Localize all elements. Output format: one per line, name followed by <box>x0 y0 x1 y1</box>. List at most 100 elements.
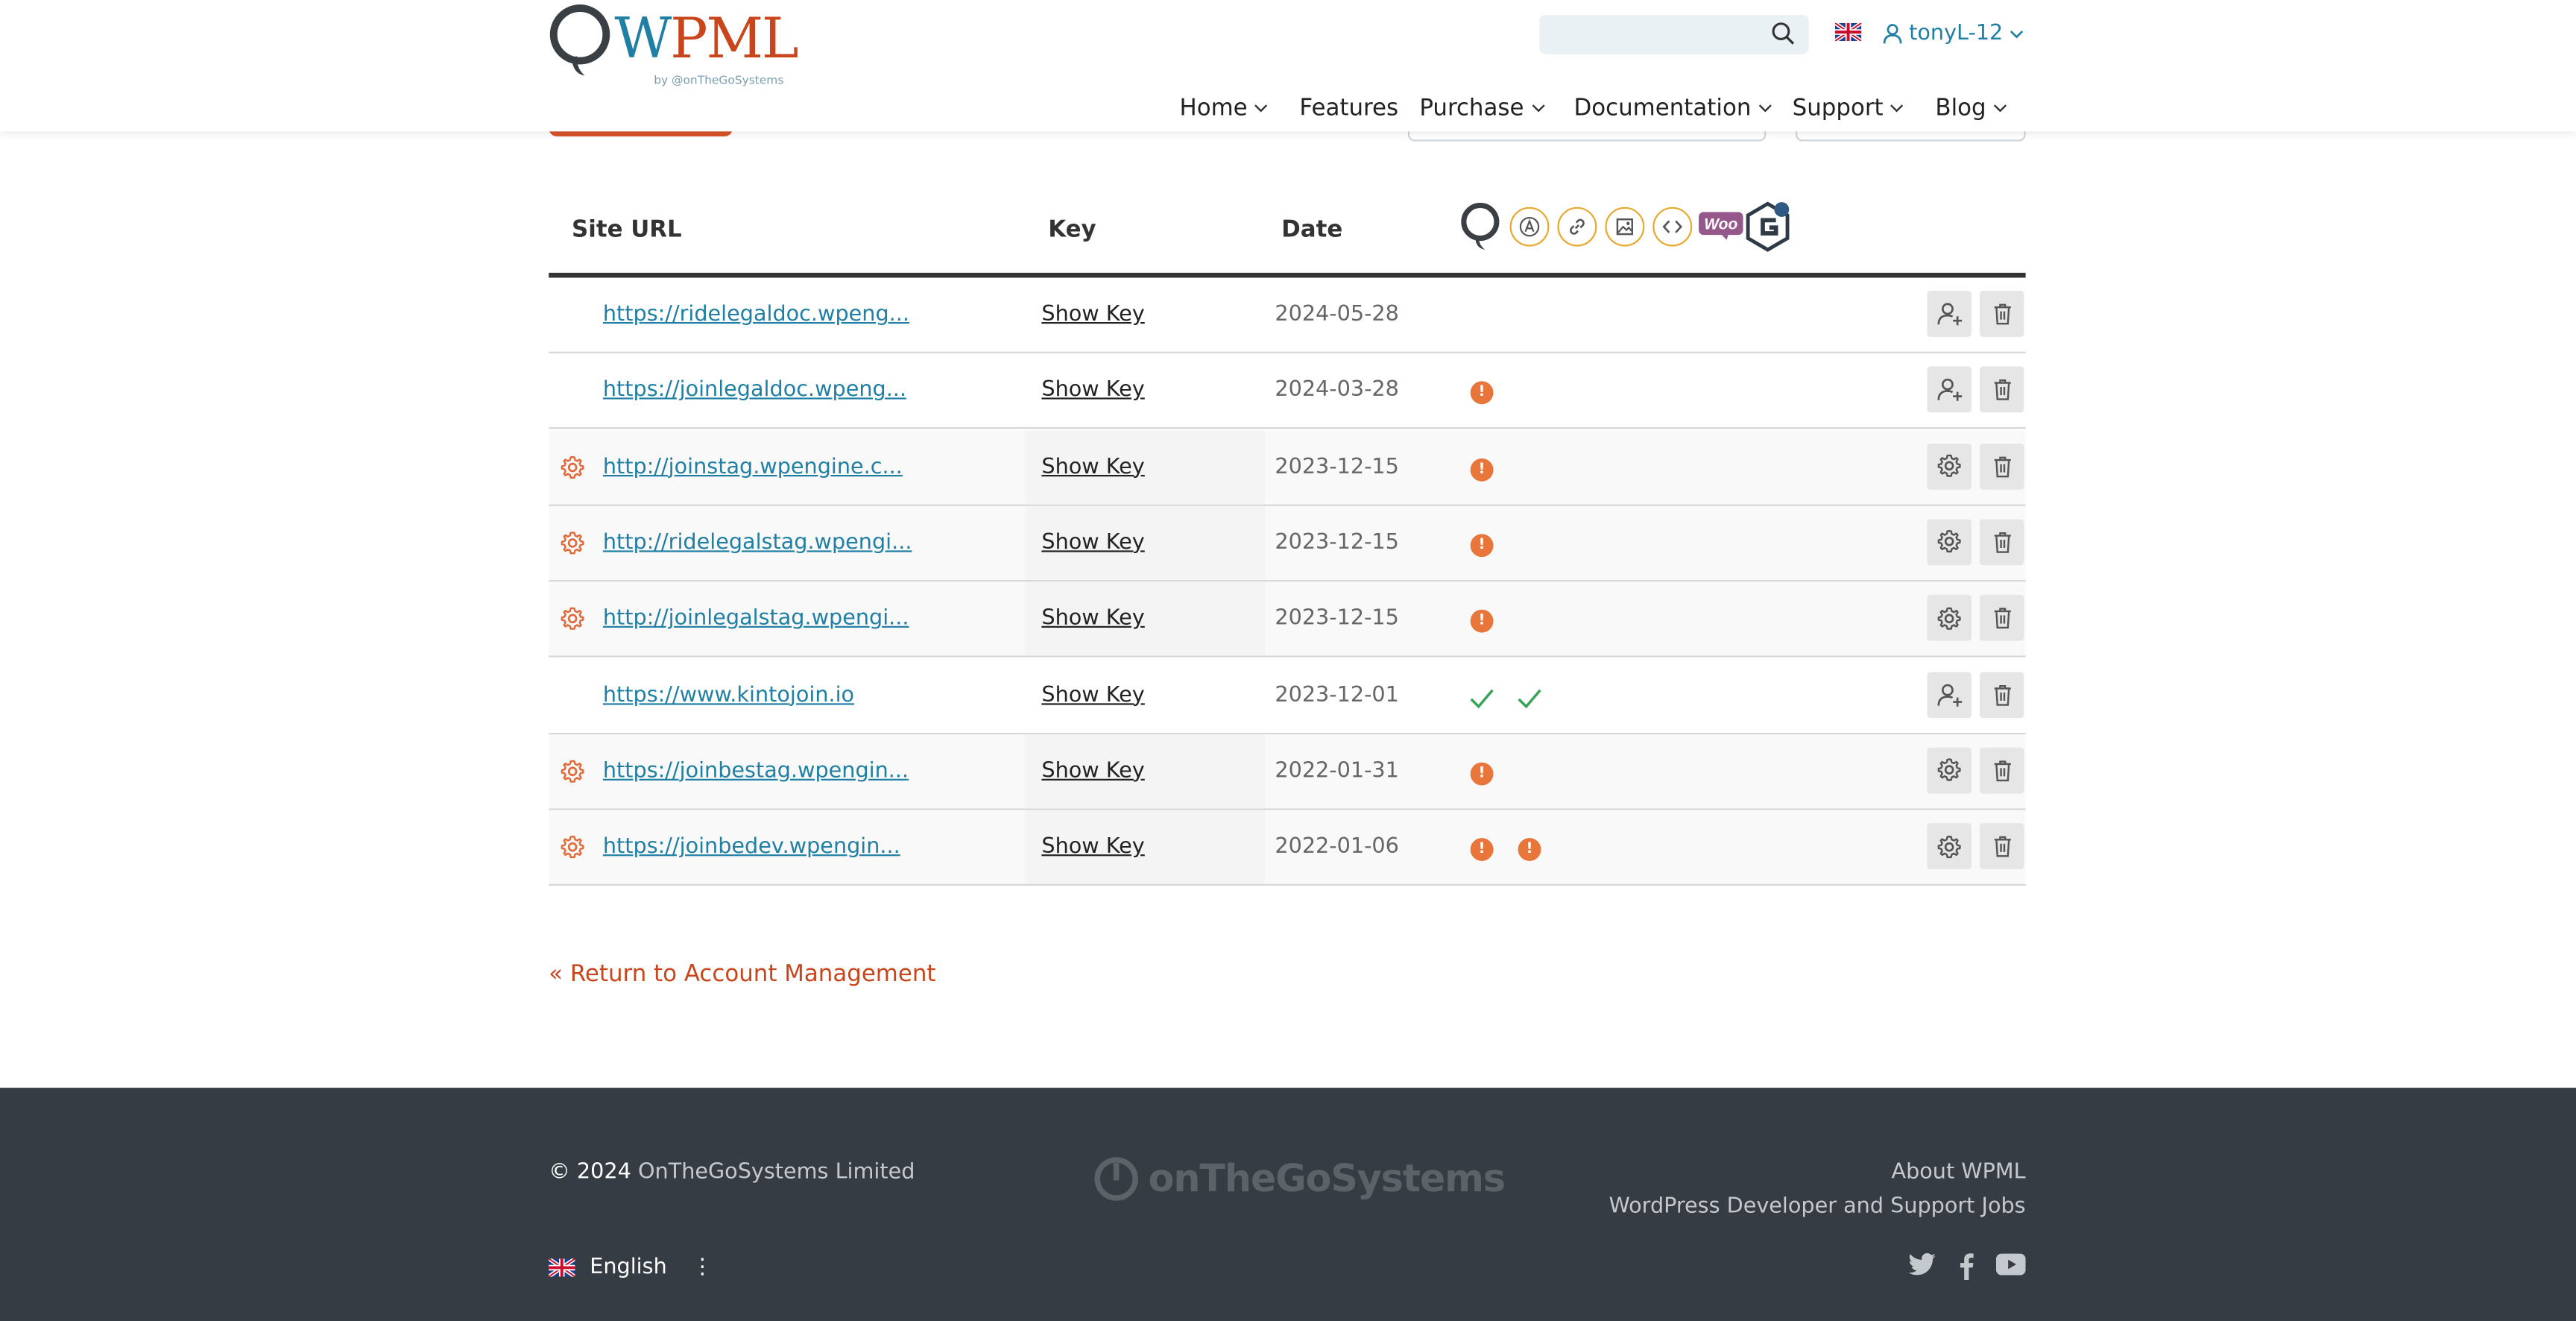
column-header-key: Key <box>1048 216 1096 244</box>
user-menu[interactable]: tonyL-12 <box>1883 22 2024 46</box>
settings-gear-icon[interactable] <box>561 607 585 638</box>
trash-icon <box>1992 379 2011 402</box>
nav-label: Features <box>1299 95 1399 122</box>
nav-home[interactable]: Home <box>1180 92 1269 124</box>
site-settings-button[interactable] <box>1927 823 1972 870</box>
delete-site-button[interactable] <box>1979 443 2024 489</box>
wpml-logo[interactable]: WPML by @onTheGoSystems <box>549 3 799 92</box>
site-settings-button[interactable] <box>1927 519 1972 565</box>
site-settings-button[interactable] <box>1927 595 1972 642</box>
site-url-link[interactable]: http://ridelegalstag.wpengi... <box>603 531 912 555</box>
company-link[interactable]: OnTheGoSystems Limited <box>638 1160 915 1185</box>
search-icon[interactable] <box>1771 22 1796 46</box>
table-row: https://joinbestag.wpengin... Show Key 202… <box>549 734 2026 810</box>
site-url-link[interactable]: https://www.kintojoin.io <box>603 683 854 707</box>
delete-site-button[interactable] <box>1979 291 2024 337</box>
show-key-link[interactable]: Show Key <box>1041 607 1144 631</box>
site-date: 2023-12-01 <box>1275 682 1399 707</box>
site-date: 2023-12-15 <box>1275 530 1399 555</box>
uk-flag-icon[interactable] <box>1834 22 1862 42</box>
copyright: © 2024 OnTheGoSystems Limited <box>549 1160 915 1185</box>
delete-site-button[interactable] <box>1979 823 2024 870</box>
warning-icon[interactable]: ! <box>1470 762 1494 786</box>
youtube-icon[interactable] <box>1995 1252 2026 1277</box>
site-url-link[interactable]: http://joinlegalstag.wpengi... <box>603 607 909 631</box>
warning-icon[interactable]: ! <box>1470 534 1494 557</box>
delete-site-button[interactable] <box>1979 367 2024 413</box>
site-url-link[interactable]: https://joinlegaldoc.wpeng... <box>603 379 906 403</box>
site-date: 2024-05-28 <box>1275 302 1399 327</box>
nav-documentation[interactable]: Documentation <box>1574 92 1773 124</box>
more-options-icon[interactable]: ⋮ <box>692 1255 713 1280</box>
jobs-link[interactable]: WordPress Developer and Support Jobs <box>1609 1194 2025 1219</box>
woocommerce-label: Woo <box>1704 215 1737 233</box>
site-url-link[interactable]: http://joinstag.wpengine.c... <box>603 455 903 479</box>
add-user-icon <box>1936 300 1963 327</box>
settings-gear-icon[interactable] <box>561 759 585 790</box>
warning-icon[interactable]: ! <box>1518 838 1541 862</box>
nav-label: Home <box>1179 95 1248 122</box>
logo-wordmark: WPML <box>614 6 798 72</box>
delete-site-button[interactable] <box>1979 595 2024 642</box>
facebook-icon[interactable] <box>1958 1252 1974 1280</box>
delete-site-button[interactable] <box>1979 671 2024 718</box>
site-date: 2022-01-06 <box>1275 834 1399 860</box>
show-key-link[interactable]: Show Key <box>1041 759 1144 784</box>
onthegosystems-logo[interactable]: onTheGoSystems <box>1094 1157 1506 1202</box>
delete-site-button[interactable] <box>1979 747 2024 794</box>
twitter-icon[interactable] <box>1907 1252 1937 1279</box>
trash-icon <box>1992 835 2011 858</box>
nav-support[interactable]: Support <box>1793 92 1905 124</box>
assign-user-button[interactable] <box>1927 367 1972 413</box>
delete-site-button[interactable] <box>1979 519 2024 565</box>
gear-icon <box>1937 454 1962 479</box>
assign-user-button[interactable] <box>1927 671 1972 718</box>
site-url-link[interactable]: https://ridelegaldoc.wpeng... <box>603 303 909 327</box>
table-row: https://ridelegaldoc.wpeng... Show Key 202… <box>549 277 2026 353</box>
warning-icon[interactable]: ! <box>1470 610 1494 633</box>
show-key-link[interactable]: Show Key <box>1041 455 1144 479</box>
site-settings-button[interactable] <box>1927 747 1972 794</box>
nav-label: Support <box>1792 95 1884 122</box>
warning-icon[interactable]: ! <box>1470 838 1494 862</box>
check-icon <box>1468 684 1494 716</box>
nav-purchase[interactable]: Purchase <box>1419 92 1545 124</box>
gear-icon <box>1937 834 1962 859</box>
wpml-logo-icon <box>1461 202 1500 250</box>
show-key-link[interactable]: Show Key <box>1041 835 1144 860</box>
site-date: 2023-12-15 <box>1275 454 1399 479</box>
table-row: http://joinlegalstag.wpengi... Show Key 20… <box>549 581 2026 658</box>
nav-blog[interactable]: Blog <box>1935 92 2007 124</box>
show-key-link[interactable]: Show Key <box>1041 303 1144 327</box>
site-settings-button[interactable] <box>1927 443 1972 489</box>
column-header-site-url: Site URL <box>572 216 682 244</box>
check-icon <box>1516 684 1542 716</box>
gear-icon <box>1937 758 1962 783</box>
assign-user-button[interactable] <box>1927 291 1972 337</box>
search-input[interactable] <box>1539 14 1809 54</box>
trash-icon <box>1992 455 2011 478</box>
show-key-link[interactable]: Show Key <box>1041 683 1144 707</box>
trash-icon <box>1992 607 2011 630</box>
return-to-account-link[interactable]: « Return to Account Management <box>549 961 935 987</box>
add-user-icon <box>1936 376 1963 403</box>
about-wpml-link[interactable]: About WPML <box>1891 1160 2025 1185</box>
show-key-link[interactable]: Show Key <box>1041 379 1144 403</box>
settings-gear-icon[interactable] <box>561 835 585 866</box>
brand-name: onTheGoSystems <box>1148 1157 1506 1201</box>
site-date: 2023-12-15 <box>1275 606 1399 631</box>
warning-icon[interactable]: ! <box>1470 458 1494 481</box>
show-key-link[interactable]: Show Key <box>1041 531 1144 555</box>
settings-gear-icon[interactable] <box>561 531 585 562</box>
language-switcher[interactable]: English ⋮ <box>549 1255 713 1280</box>
trash-icon <box>1992 759 2011 782</box>
site-url-link[interactable]: https://joinbedev.wpengin... <box>603 835 900 860</box>
nav-features[interactable]: Features <box>1299 92 1398 124</box>
warning-icon[interactable]: ! <box>1470 382 1494 405</box>
table-header-rule <box>549 272 2026 278</box>
site-date: 2022-01-31 <box>1275 758 1399 784</box>
settings-gear-icon[interactable] <box>561 455 585 486</box>
username: tonyL-12 <box>1909 21 2004 46</box>
site-url-link[interactable]: https://joinbestag.wpengin... <box>603 759 909 784</box>
power-logo-icon <box>1094 1157 1138 1201</box>
